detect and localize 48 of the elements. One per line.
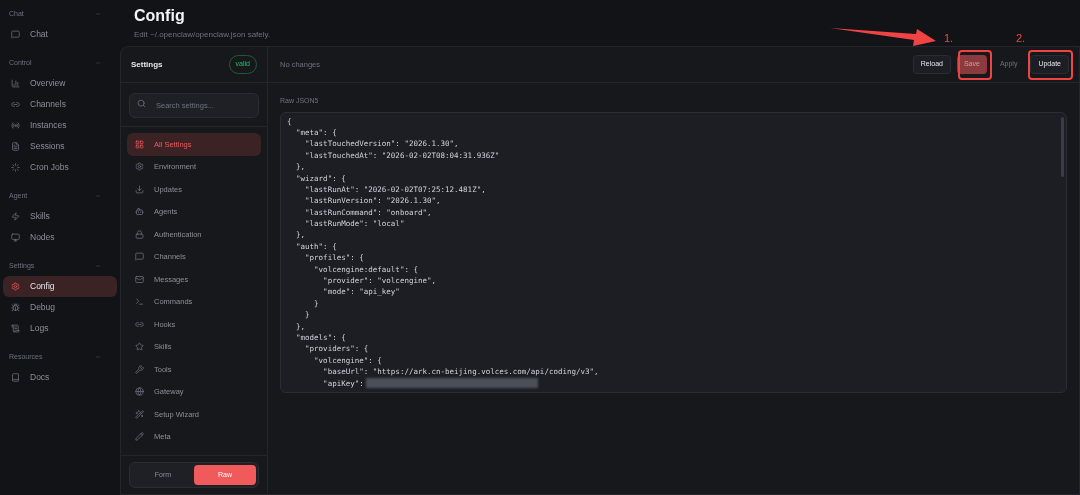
settings-icon [135, 184, 144, 194]
settings-icon [135, 162, 144, 172]
highlight-box [958, 50, 992, 80]
nav-icon [11, 163, 20, 172]
settings-icon [135, 364, 144, 374]
nav-item[interactable]: Config [3, 276, 117, 297]
settings-icon [135, 297, 144, 307]
page-subtitle: Edit ~/.openclaw/openclaw.json safely. [134, 29, 271, 41]
nav-icon [11, 282, 20, 291]
panel-title: Settings [131, 58, 163, 71]
settings-icon [135, 229, 144, 239]
nav-icon [11, 212, 20, 221]
code-editor[interactable] [280, 111, 1067, 393]
nav-item[interactable]: Docs [3, 367, 117, 388]
nav-icon [11, 324, 20, 333]
annotation-label: 1. [944, 31, 954, 46]
settings-icon [135, 319, 144, 329]
settings-icon [135, 274, 144, 284]
settings-icon [135, 139, 144, 149]
nav-item[interactable]: Channels [3, 94, 117, 115]
nav-item[interactable]: Logs [3, 318, 117, 339]
annotation-label: 2. [1016, 31, 1026, 46]
settings-icon [135, 409, 144, 419]
settings-icon [135, 387, 144, 397]
nav-icon [11, 303, 20, 312]
nav-icon [11, 30, 20, 39]
nav-item[interactable]: Cron Jobs [3, 157, 117, 178]
page-title: Config [134, 6, 186, 26]
nav-item[interactable]: Sessions [3, 136, 117, 157]
scrollbar[interactable] [1061, 116, 1064, 177]
nav-icon [11, 233, 20, 242]
highlight-box [1028, 50, 1073, 80]
settings-icon [135, 342, 144, 352]
nav-item[interactable]: Skills [3, 206, 117, 227]
nav-item[interactable]: Debug [3, 297, 117, 318]
nav-icon [11, 142, 20, 151]
search-icon [137, 99, 146, 108]
nav-icon [11, 100, 20, 109]
nav-icon [11, 121, 20, 130]
nav-icon [11, 79, 20, 88]
nav-icon [11, 373, 20, 382]
nav-item[interactable]: Overview [3, 73, 117, 94]
settings-icon [135, 207, 144, 217]
nav-item[interactable]: Chat [3, 24, 117, 45]
settings-icon [135, 432, 144, 442]
settings-icon [135, 252, 144, 262]
nav-item[interactable]: Instances [3, 115, 117, 136]
nav-item[interactable]: Nodes [3, 227, 117, 248]
